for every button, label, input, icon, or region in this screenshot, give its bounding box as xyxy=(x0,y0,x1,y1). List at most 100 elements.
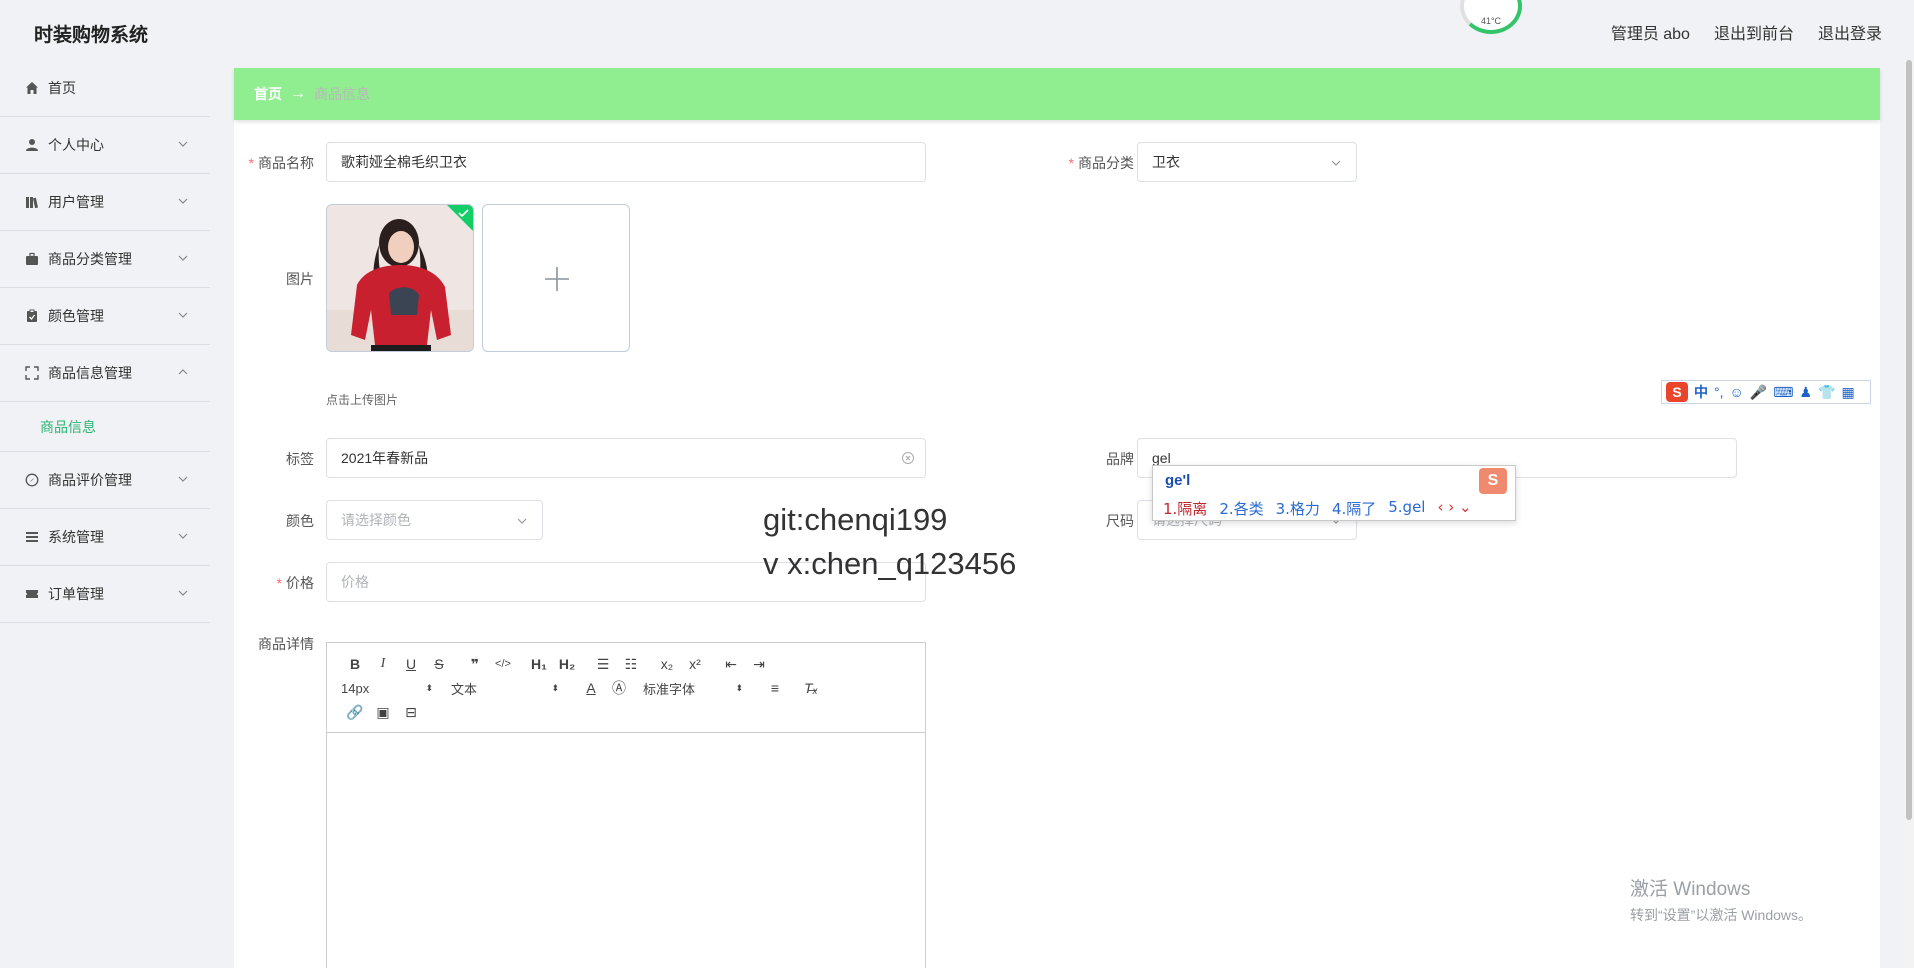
ime-candidate[interactable]: 2.各类 xyxy=(1219,498,1263,519)
italic-icon[interactable]: I xyxy=(369,653,397,675)
blockquote-icon[interactable]: ❞ xyxy=(461,653,489,675)
back-to-front-link[interactable]: 退出到前台 xyxy=(1714,20,1794,44)
superscript-icon[interactable]: x² xyxy=(681,653,709,675)
sidebar: 首页 个人中心 用户管理 商品分类管理 颜色管理 商品信息管理 商品信息 商品评… xyxy=(0,60,210,968)
size-label: 尺码 xyxy=(1106,513,1134,529)
scrollbar-thumb[interactable] xyxy=(1906,60,1912,820)
sidebar-item-order-management[interactable]: 订单管理 xyxy=(0,566,210,623)
price-label: * 价格 xyxy=(276,575,314,591)
code-icon[interactable]: </> xyxy=(489,653,517,675)
ime-candidate[interactable]: 3.格力 xyxy=(1276,498,1320,519)
font-color-icon[interactable]: A xyxy=(577,677,605,699)
image-label: 图片 xyxy=(286,271,314,287)
windows-activation-title: 激活 Windows xyxy=(1630,879,1751,900)
indent-icon[interactable]: ⇥ xyxy=(745,653,773,675)
tag-input[interactable]: 2021年春新品 xyxy=(326,438,926,478)
page-scrollbar[interactable] xyxy=(1904,60,1914,968)
color-select[interactable]: 请选择颜色 xyxy=(326,500,543,540)
color-label: 颜色 xyxy=(286,513,314,529)
sidebar-item-home[interactable]: 首页 xyxy=(0,60,210,117)
breadcrumb-current: 商品信息 xyxy=(314,86,370,102)
product-name-label: * 商品名称 xyxy=(248,155,314,171)
product-name-input[interactable]: 歌莉娅全棉毛织卫衣 xyxy=(326,142,926,182)
background-color-icon[interactable]: Ⓐ xyxy=(605,677,633,699)
category-select[interactable]: 卫衣 xyxy=(1137,142,1357,182)
sidebar-item-user-management[interactable]: 用户管理 xyxy=(0,174,210,231)
sidebar-item-review-management[interactable]: 商品评价管理 xyxy=(0,452,210,509)
align-icon[interactable]: ≡ xyxy=(761,677,789,699)
underline-icon[interactable]: U xyxy=(397,653,425,675)
heading2-icon[interactable]: H₂ xyxy=(553,653,581,675)
sogou-logo-icon: S xyxy=(1666,382,1688,402)
breadcrumb: 首页 → 商品信息 xyxy=(234,68,1880,120)
ime-candidate[interactable]: 5.gel xyxy=(1388,498,1425,519)
sidebar-item-category-management[interactable]: 商品分类管理 xyxy=(0,231,210,288)
clear-format-icon[interactable]: T̶ₓ xyxy=(797,677,825,699)
upload-hint: 点击上传图片 xyxy=(326,393,399,407)
user-icon xyxy=(24,137,40,153)
microphone-icon[interactable]: 🎤 xyxy=(1750,384,1767,401)
admin-user-link[interactable]: 管理员 abo xyxy=(1611,20,1690,44)
ime-candidate-popup: ge'l 1.隔离 2.各类 3.格力 4.隔了 5.gel ‹ › ⌄ S xyxy=(1152,465,1516,521)
watermark-line-2: v x:chen_q123456 xyxy=(763,546,1017,581)
image-icon[interactable]: ▣ xyxy=(369,701,397,723)
video-icon[interactable]: ⊟ xyxy=(397,701,425,723)
home-icon xyxy=(24,80,40,96)
app-title: 时装购物系统 xyxy=(34,25,149,46)
sidebar-item-label: 用户管理 xyxy=(48,194,104,210)
header: 时装购物系统 41°C 管理员 abo 退出到前台 退出登录 xyxy=(0,0,1914,60)
editor-content-area[interactable] xyxy=(327,733,925,968)
chevron-up-icon xyxy=(178,369,188,375)
skin-icon[interactable]: 👕 xyxy=(1818,384,1835,401)
ime-candidate[interactable]: 4.隔了 xyxy=(1332,498,1376,519)
gauge-temp: 41°C xyxy=(1480,16,1502,26)
ime-composition: ge'l xyxy=(1165,472,1191,489)
punctuation-icon[interactable]: °, xyxy=(1714,384,1724,400)
keyboard-icon[interactable]: ⌨ xyxy=(1773,384,1793,401)
outdent-icon[interactable]: ⇤ xyxy=(717,653,745,675)
sidebar-item-label: 系统管理 xyxy=(48,529,104,545)
sidebar-item-label: 首页 xyxy=(48,80,76,96)
chevron-down-icon xyxy=(178,255,188,261)
subscript-icon[interactable]: x₂ xyxy=(653,653,681,675)
emoji-icon[interactable]: ☺ xyxy=(1730,384,1744,400)
color-placeholder: 请选择颜色 xyxy=(341,512,411,528)
main-content: 首页 → 商品信息 *商品名称 歌莉娅全棉毛织卫衣 *商品分类 卫衣 图片 xyxy=(234,68,1880,968)
sidebar-item-color-management[interactable]: 颜色管理 xyxy=(0,288,210,345)
clipboard-icon xyxy=(24,308,40,324)
compass-icon xyxy=(24,472,40,488)
ime-page-arrows-icon[interactable]: ‹ › ⌄ xyxy=(1437,498,1471,519)
assistant-icon[interactable]: ♟ xyxy=(1799,384,1812,401)
sidebar-item-system-management[interactable]: 系统管理 xyxy=(0,509,210,566)
temperature-gauge: 41°C xyxy=(1460,0,1522,34)
heading1-icon[interactable]: H₁ xyxy=(525,653,553,675)
upload-add-button[interactable] xyxy=(482,204,630,352)
bold-icon[interactable]: B xyxy=(341,653,369,675)
sidebar-item-label: 商品评价管理 xyxy=(48,472,132,488)
plus-icon xyxy=(545,267,569,291)
ime-candidate[interactable]: 1.隔离 xyxy=(1163,498,1207,519)
font-family-select[interactable]: 标准字体 ⬍ xyxy=(643,679,743,698)
ordered-list-icon[interactable]: ☰ xyxy=(589,653,617,675)
clear-icon[interactable] xyxy=(901,451,915,465)
breadcrumb-arrow-icon: → xyxy=(290,85,306,102)
font-size-select[interactable]: 14px ⬍ xyxy=(341,681,433,696)
bullet-list-icon[interactable]: ☷ xyxy=(617,653,645,675)
link-icon[interactable]: 🔗 xyxy=(341,701,369,723)
ime-chinese-mode[interactable]: 中 xyxy=(1694,382,1708,402)
breadcrumb-home[interactable]: 首页 xyxy=(254,84,282,104)
strikethrough-icon[interactable]: S xyxy=(425,653,453,675)
chevron-down-icon xyxy=(178,476,188,482)
uploaded-image-thumbnail[interactable] xyxy=(326,204,474,352)
chevron-down-icon xyxy=(178,312,188,318)
logout-link[interactable]: 退出登录 xyxy=(1818,20,1882,44)
windows-activation-notice: 激活 Windows 转到“设置”以激活 Windows。 xyxy=(1630,874,1812,925)
text-type-select[interactable]: 文本 ⬍ xyxy=(451,679,559,698)
menu-icon xyxy=(24,529,40,545)
sidebar-item-product-info-management[interactable]: 商品信息管理 xyxy=(0,345,210,402)
sidebar-subitem-product-info[interactable]: 商品信息 xyxy=(0,402,210,452)
sidebar-item-personal-center[interactable]: 个人中心 xyxy=(0,117,210,174)
toolbar-row-1: B I U S ❞ </> H₁ H₂ ☰ ☷ x₂ x² ⇤ ⇥ xyxy=(341,653,773,675)
briefcase-icon xyxy=(24,251,40,267)
toolbox-icon[interactable]: ▦ xyxy=(1841,384,1854,401)
